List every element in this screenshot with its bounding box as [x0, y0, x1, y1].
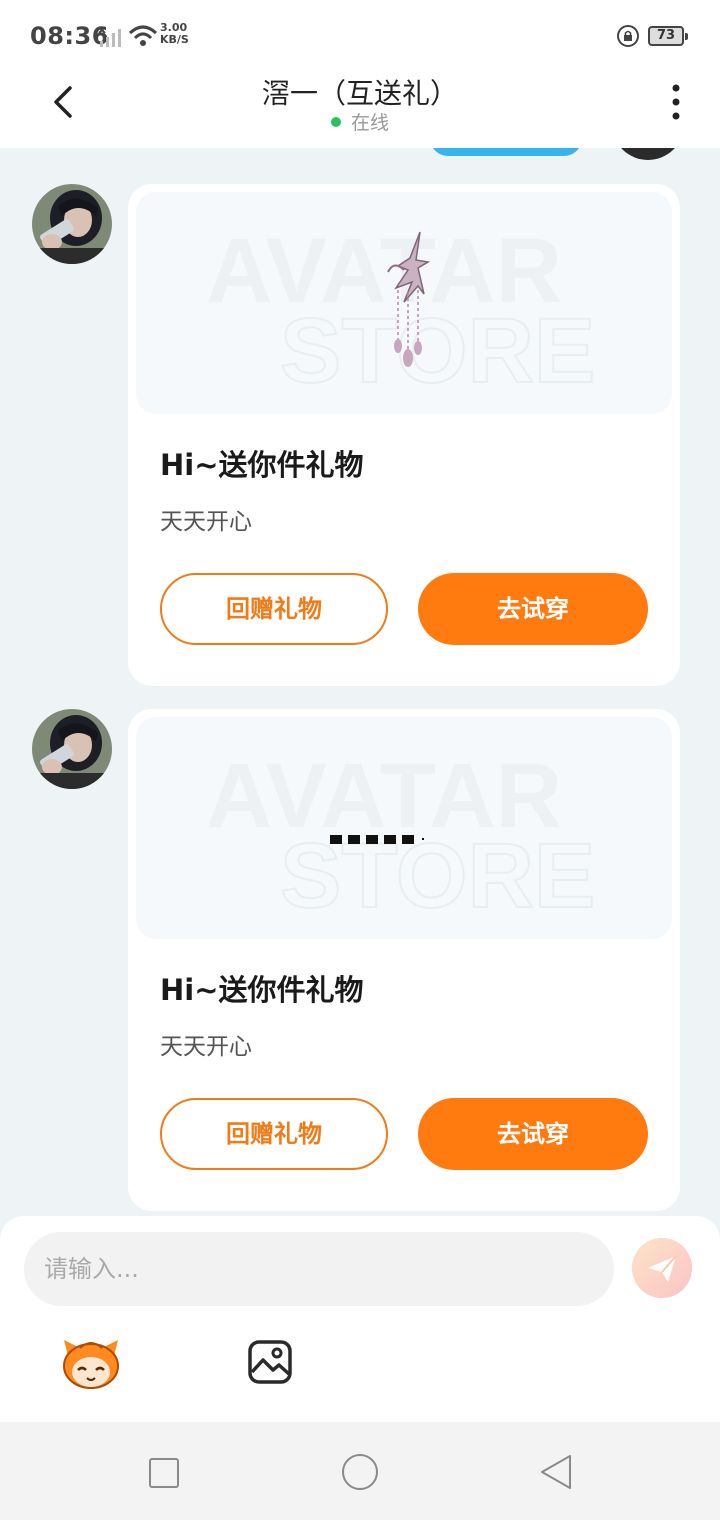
chat-header: 滘一（互送礼） 在线 [0, 72, 720, 148]
try-on-button[interactable]: 去试穿 [418, 573, 648, 645]
rotation-lock-icon [617, 25, 639, 47]
gift-card: AVATAR STORE Hi~送你件礼物 天天开心 回赠礼物 去试穿 [128, 184, 680, 686]
battery-indicator: 73 [648, 26, 688, 46]
wifi-icon [128, 25, 158, 46]
sender-avatar[interactable] [32, 709, 112, 789]
return-gift-button[interactable]: 回赠礼物 [160, 1098, 388, 1170]
online-dot [330, 116, 341, 127]
status-bar: 08:36 3.00 KB/S 73 [0, 0, 720, 72]
emoji-mascot-icon[interactable] [60, 1334, 122, 1390]
nav-back-icon[interactable] [538, 1452, 574, 1492]
network-speed: 3.00 KB/S [160, 21, 189, 46]
gift-message: 天天开心 [160, 1034, 252, 1060]
watermark-store: STORE [280, 300, 595, 402]
input-bar: 请输入... [0, 1216, 720, 1422]
chat-area[interactable]: AVATAR STORE Hi~送你件礼物 天天开心 回赠礼物 去试穿 AVAT… [0, 148, 720, 1216]
gift-message: 天天开心 [160, 509, 252, 535]
more-vertical-icon[interactable] [664, 82, 688, 122]
watermark-store: STORE [280, 825, 595, 927]
sender-avatar[interactable] [32, 184, 112, 264]
image-gallery-icon[interactable] [246, 1338, 294, 1386]
online-status-text: 在线 [350, 112, 389, 134]
recent-apps-button[interactable] [149, 1458, 179, 1488]
gift-preview[interactable]: AVATAR STORE [136, 192, 672, 414]
gift-card: AVATAR STORE Hi~送你件礼物 天天开心 回赠礼物 去试穿 [128, 709, 680, 1211]
cell-signal-icon [98, 26, 121, 47]
home-button[interactable] [342, 1454, 378, 1490]
chat-title: 滘一（互送礼） [261, 77, 458, 110]
try-on-button[interactable]: 去试穿 [418, 1098, 648, 1170]
gift-title: Hi~送你件礼物 [160, 448, 364, 482]
return-gift-button[interactable]: 回赠礼物 [160, 573, 388, 645]
previous-message-bubble [430, 148, 582, 156]
previous-sender-avatar [612, 148, 684, 160]
send-button[interactable] [632, 1238, 692, 1298]
gift-preview[interactable]: AVATAR STORE [136, 717, 672, 939]
send-icon [632, 1238, 692, 1298]
system-nav-bar [0, 1422, 720, 1520]
online-status: 在线 [0, 108, 720, 135]
message-input[interactable]: 请输入... [24, 1232, 614, 1306]
gift-title: Hi~送你件礼物 [160, 973, 364, 1007]
